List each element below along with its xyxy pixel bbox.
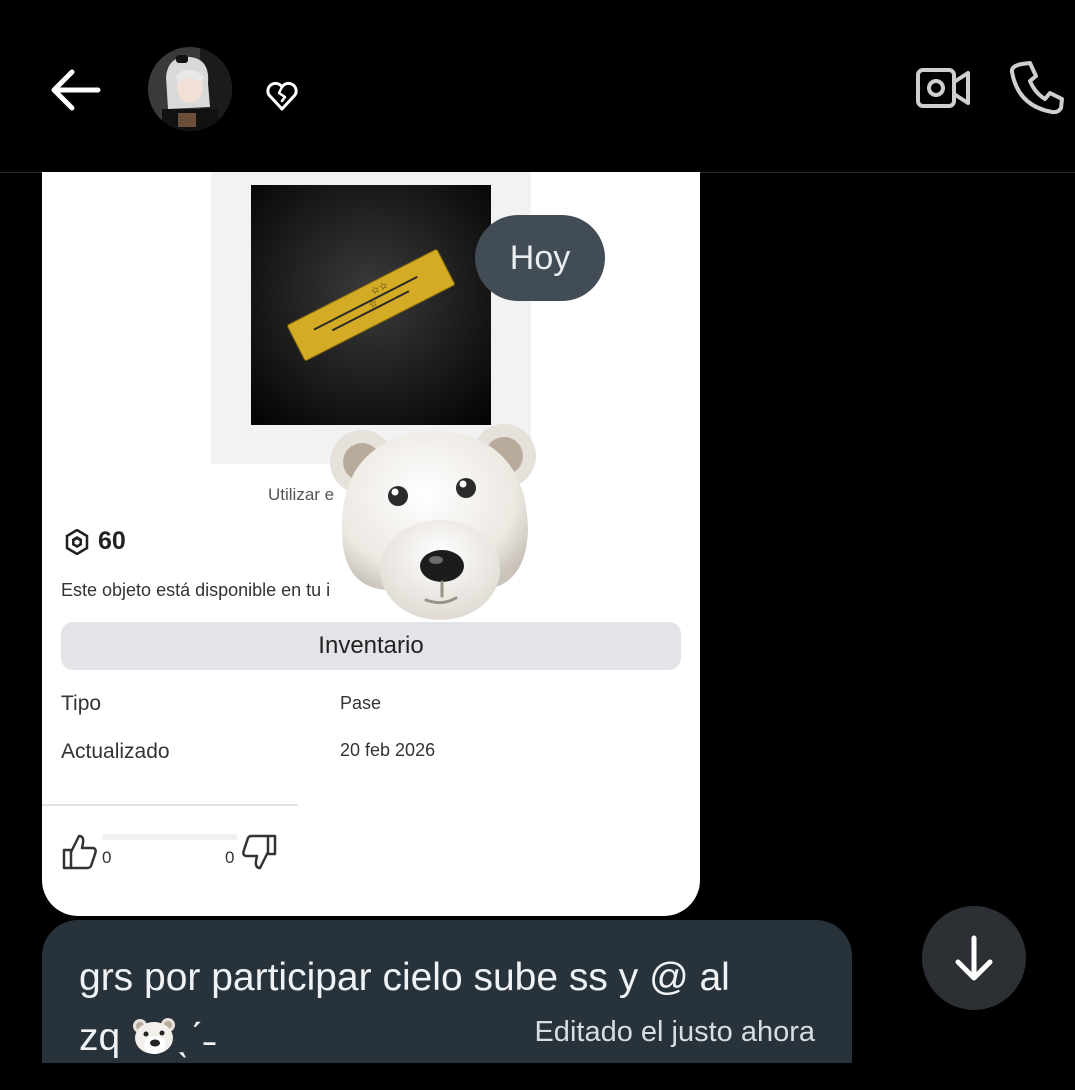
scroll-down-button[interactable] — [922, 906, 1026, 1010]
edited-status: Editado el justo ahora — [534, 1016, 815, 1048]
likes-count: 0 — [102, 848, 112, 867]
polar-bear-emoji-icon — [133, 1018, 176, 1054]
thumbs-up-icon[interactable] — [60, 832, 100, 872]
message-line-1: grs por participar cielo sube ss y @ al — [79, 956, 730, 999]
message-line-2-suffix: ˎˊ˗ — [177, 1016, 217, 1059]
dislikes-count: 0 — [225, 848, 235, 867]
arrow-left-icon[interactable] — [48, 66, 104, 114]
use-item-text: Utilizar e — [268, 485, 335, 504]
heart-outline-icon[interactable] — [264, 80, 300, 112]
video-call-icon[interactable] — [914, 64, 972, 112]
updated-label: Actualizado — [61, 740, 170, 763]
phone-icon[interactable] — [1008, 58, 1066, 116]
bottom-edge — [0, 1063, 1075, 1090]
polar-bear-sticker[interactable] — [326, 420, 540, 626]
thumbs-down-icon[interactable] — [239, 832, 279, 872]
chat-header — [0, 0, 1075, 173]
message-text: grs por participar cielo sube ss y @ al … — [79, 948, 819, 1068]
arrow-down-icon — [955, 935, 993, 981]
gamepass-thumbnail[interactable]: ☆☆ ☆ — [251, 185, 491, 425]
avatar[interactable] — [148, 47, 232, 131]
divider — [42, 804, 298, 806]
inventory-button[interactable]: Inventario — [61, 622, 681, 670]
message-line-2-prefix: zq — [79, 1016, 121, 1059]
updated-value: 20 feb 2026 — [340, 740, 436, 760]
date-separator: Hoy — [475, 215, 605, 301]
availability-text: Este objeto está disponible en tu i — [61, 580, 331, 600]
item-price: 60 — [98, 527, 126, 555]
type-value: Pase — [340, 693, 382, 713]
type-label: Tipo — [61, 692, 102, 715]
robux-icon — [65, 529, 89, 555]
vote-ratio-bar — [102, 834, 238, 840]
